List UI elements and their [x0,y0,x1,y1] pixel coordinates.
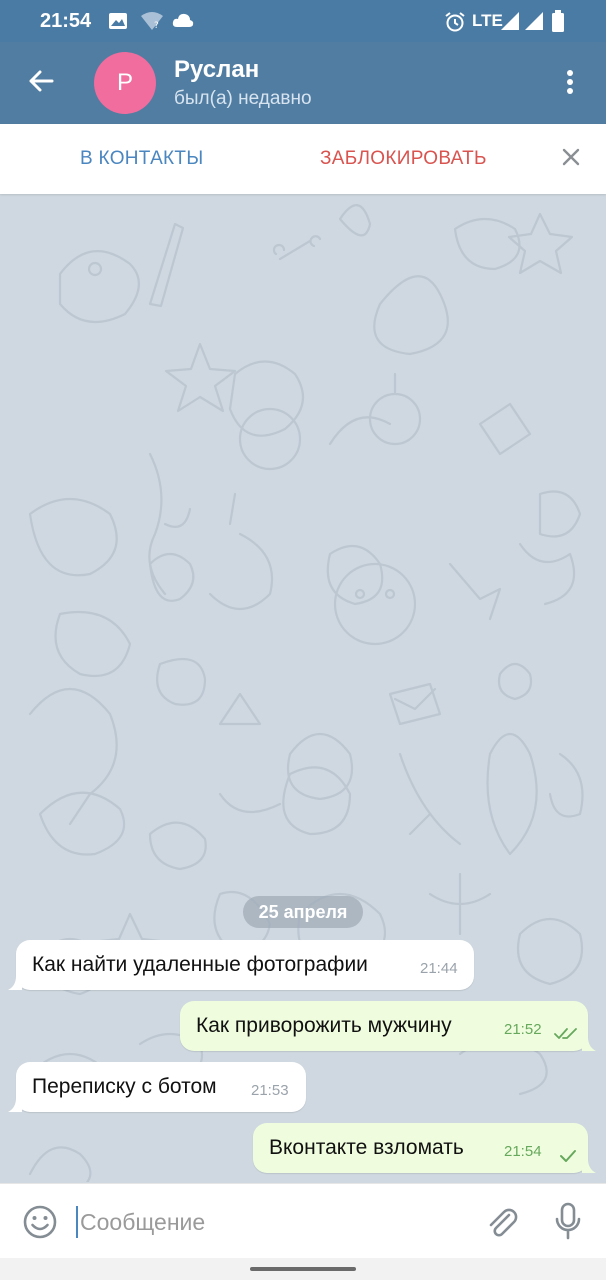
emoji-icon [20,1205,60,1246]
message-text: Как найти удаленные фотографии [32,953,368,976]
message-bubble-incoming[interactable]: Как найти удаленные фотографии 21:44 [8,940,474,990]
status-time: 21:54 [40,10,92,32]
battery-icon [552,10,564,37]
message-bubble-incoming[interactable]: Переписку с ботом 21:53 [8,1062,306,1112]
chat-header: Р Руслан был(а) недавно [0,42,606,124]
date-divider: 25 апреля [243,896,363,928]
status-bar: 21:54 ? LTE [0,0,606,42]
message-time: 21:44 [420,960,458,977]
close-action-bar-button[interactable] [556,144,586,174]
system-nav-bar [0,1258,606,1280]
message-time: 21:53 [251,1082,289,1099]
block-user-button[interactable]: ЗАБЛОКИРОВАТЬ [320,148,487,170]
add-to-contacts-button[interactable]: В КОНТАКТЫ [80,148,203,170]
back-button[interactable] [20,62,62,104]
message-bubble-outgoing[interactable]: Как приворожить мужчину 21:52 [180,1001,596,1051]
attach-button[interactable] [482,1202,522,1242]
contact-action-bar: В КОНТАКТЫ ЗАБЛОКИРОВАТЬ [0,124,606,194]
message-text: Переписку с ботом [32,1075,217,1098]
check-icon [559,1145,577,1169]
bubble-tail [582,1159,596,1173]
svg-text:?: ? [154,21,159,31]
emoji-button[interactable] [20,1202,60,1242]
network-type: LTE [472,11,503,30]
text-cursor [76,1206,78,1238]
close-icon [562,148,580,171]
double-check-icon [554,1023,580,1047]
bubble-tail [582,1037,596,1051]
paperclip-icon [482,1208,522,1246]
back-arrow-icon [28,70,54,97]
microphone-icon [550,1202,586,1246]
more-menu-button[interactable] [552,64,588,104]
avatar-letter: Р [116,69,133,96]
bubble-tail [8,1098,22,1112]
signal-icon [500,11,520,36]
voice-record-button[interactable] [550,1200,586,1242]
message-text: Вконтакте взломать [269,1136,464,1159]
wifi-question-icon: ? [140,11,164,36]
message-time: 21:52 [504,1021,542,1038]
message-bubble-outgoing[interactable]: Вконтакте взломать 21:54 [253,1123,596,1173]
home-gesture-handle[interactable] [250,1267,356,1271]
signal-icon [524,11,544,36]
alarm-icon [444,11,466,38]
bubble-tail [8,976,22,990]
message-input[interactable] [80,1204,460,1240]
chat-title[interactable]: Руслан [174,56,259,84]
last-seen-status: был(а) недавно [174,88,312,109]
message-composer [0,1183,606,1258]
cloud-icon [172,11,194,34]
more-vertical-icon [566,69,574,100]
avatar[interactable]: Р [94,52,156,114]
message-text: Как приворожить мужчину [196,1014,452,1037]
image-icon [108,11,128,36]
message-time: 21:54 [504,1143,542,1160]
